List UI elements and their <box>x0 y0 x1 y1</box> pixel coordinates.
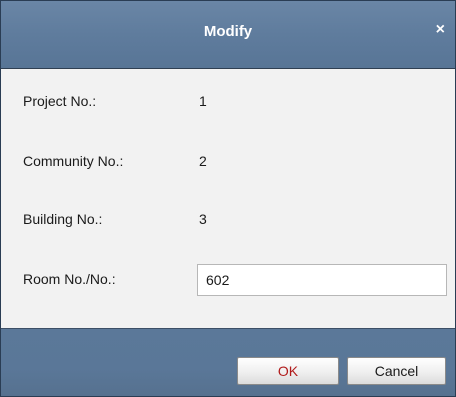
room-no-label: Room No./No.: <box>23 271 116 287</box>
building-no-value: 3 <box>199 211 207 227</box>
dialog-footer: OK Cancel <box>1 328 455 396</box>
room-no-input[interactable] <box>197 264 447 296</box>
dialog-title: Modify <box>203 23 253 40</box>
building-no-label: Building No.: <box>23 211 103 227</box>
project-no-label: Project No.: <box>23 93 97 109</box>
community-no-value: 2 <box>199 153 207 169</box>
project-no-value: 1 <box>199 93 207 109</box>
community-no-label: Community No.: <box>23 153 124 169</box>
dialog-titlebar: Modify × <box>1 1 455 69</box>
cancel-button[interactable]: Cancel <box>347 357 446 385</box>
ok-button[interactable]: OK <box>237 357 339 385</box>
close-icon[interactable]: × <box>436 21 445 39</box>
modify-dialog: Modify × Project No.: 1 Community No.: 2… <box>0 0 456 397</box>
